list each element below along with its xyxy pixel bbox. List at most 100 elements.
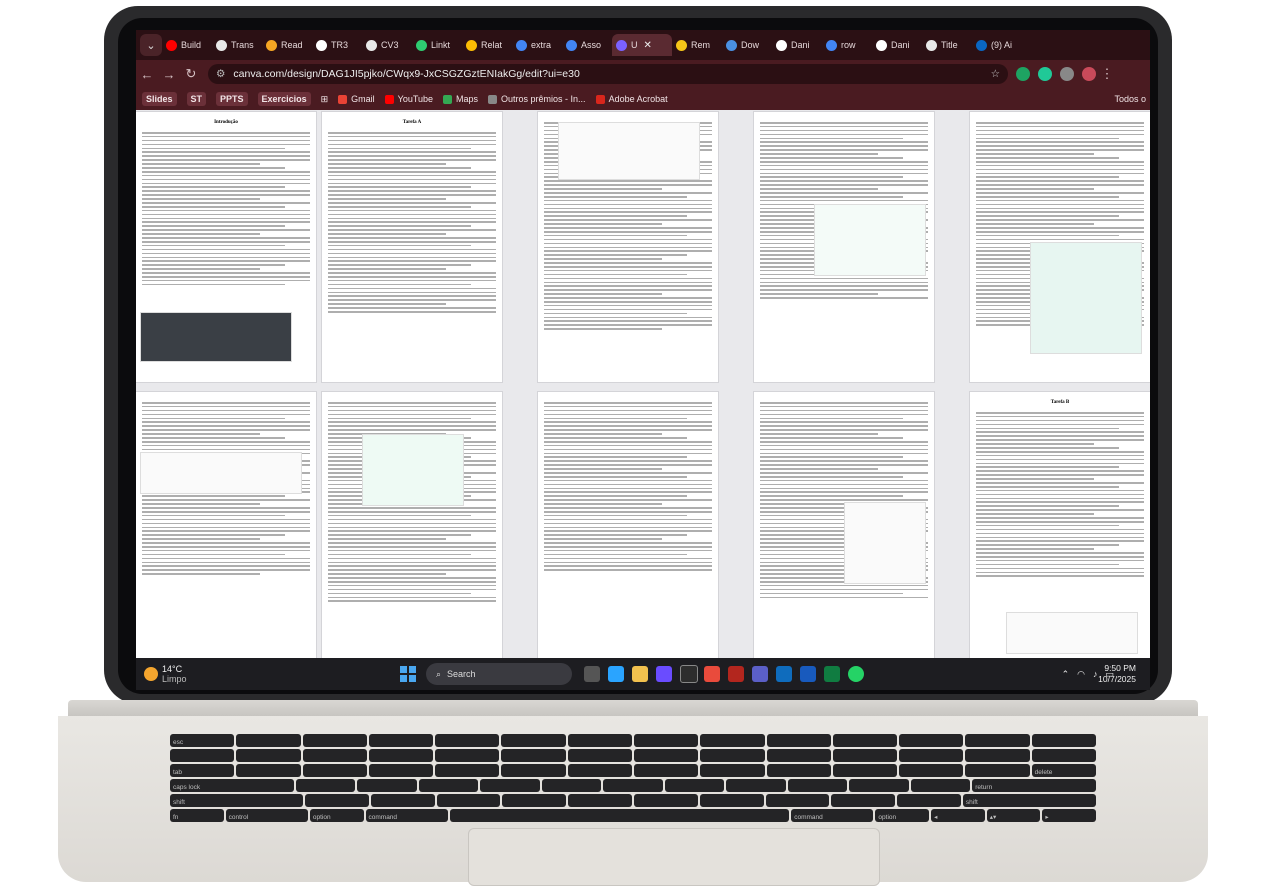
key[interactable] [501, 734, 566, 747]
wifi-icon[interactable]: ◠ [1077, 669, 1085, 680]
profile-avatar[interactable] [1082, 67, 1096, 81]
key[interactable]: return [972, 779, 1096, 792]
spacebar-key[interactable] [449, 809, 790, 822]
bookmark-item[interactable]: PPTS [216, 92, 248, 106]
key[interactable] [541, 779, 602, 792]
key[interactable] [633, 734, 699, 747]
bookmark-item[interactable]: YouTube [384, 94, 433, 104]
browser-tab[interactable]: U ✕ [612, 34, 672, 56]
key[interactable] [965, 764, 1030, 777]
key[interactable]: ◂ [931, 809, 985, 822]
key[interactable] [435, 764, 500, 777]
terminal-icon[interactable] [680, 665, 698, 683]
key[interactable] [435, 734, 500, 747]
edge-icon[interactable] [608, 666, 624, 682]
key[interactable] [634, 794, 698, 807]
bookmark-item[interactable]: Outros prêmios - In... [488, 94, 586, 104]
key[interactable] [436, 794, 501, 807]
key[interactable]: esc [170, 734, 235, 747]
key[interactable] [1031, 734, 1096, 747]
grammarly-icon[interactable] [1038, 67, 1052, 81]
document-page[interactable] [754, 112, 934, 382]
outlook-icon[interactable] [776, 666, 792, 682]
key[interactable]: tab [170, 764, 235, 777]
bookmark-star-icon[interactable]: ☆ [991, 68, 1000, 80]
key[interactable] [766, 749, 831, 762]
chrome-icon[interactable] [704, 666, 720, 682]
key[interactable] [700, 734, 765, 747]
browser-tab[interactable]: Title [922, 34, 972, 56]
key[interactable] [502, 794, 567, 807]
whatsapp-icon[interactable] [848, 666, 864, 682]
browser-tab[interactable]: Dani [772, 34, 822, 56]
document-page[interactable]: Tarefa B [970, 392, 1150, 658]
forward-icon[interactable]: → [158, 67, 180, 82]
document-page[interactable] [538, 392, 718, 658]
key[interactable] [368, 749, 434, 762]
browser-tab[interactable]: TR3 [312, 34, 362, 56]
key[interactable]: ▸ [1042, 809, 1096, 822]
key[interactable] [766, 764, 831, 777]
key[interactable] [849, 779, 909, 792]
document-page[interactable] [136, 392, 316, 658]
key[interactable] [965, 734, 1030, 747]
key[interactable] [368, 734, 434, 747]
chevron-up-icon[interactable]: ⌃ [1062, 669, 1070, 680]
teams-icon[interactable] [752, 666, 768, 682]
key[interactable] [603, 779, 663, 792]
key[interactable]: ▴▾ [986, 809, 1041, 822]
windows-start-icon[interactable] [400, 666, 416, 682]
key[interactable]: option [309, 809, 364, 822]
extension-icon[interactable] [1016, 67, 1030, 81]
key[interactable]: delete [1031, 764, 1096, 777]
app-icon[interactable] [728, 666, 744, 682]
key[interactable] [501, 749, 566, 762]
key[interactable] [368, 764, 434, 777]
key[interactable] [501, 764, 566, 777]
key[interactable] [295, 779, 356, 792]
browser-tab[interactable]: (9) Ai [972, 34, 1022, 56]
browser-tab[interactable]: extra [512, 34, 562, 56]
key[interactable] [699, 794, 764, 807]
browser-tab[interactable]: Build [162, 34, 212, 56]
extensions-puzzle-icon[interactable] [1060, 67, 1074, 81]
store-icon[interactable] [656, 666, 672, 682]
key[interactable] [899, 749, 964, 762]
key[interactable] [832, 749, 898, 762]
key[interactable] [170, 749, 235, 762]
key[interactable] [370, 794, 435, 807]
bookmark-item[interactable]: Slides [142, 92, 177, 106]
key[interactable] [787, 779, 848, 792]
word-icon[interactable] [800, 666, 816, 682]
all-bookmarks-folder[interactable]: Todos o [1114, 94, 1150, 104]
key[interactable] [897, 794, 961, 807]
bookmark-item[interactable]: Maps [443, 94, 478, 104]
key[interactable] [302, 749, 367, 762]
file-explorer-icon[interactable] [632, 666, 648, 682]
key[interactable] [435, 749, 500, 762]
bookmark-item[interactable]: Gmail [338, 94, 375, 104]
key[interactable] [418, 779, 479, 792]
close-icon[interactable]: ✕ [644, 40, 652, 51]
key[interactable] [700, 749, 765, 762]
key[interactable] [567, 764, 632, 777]
excel-icon[interactable] [824, 666, 840, 682]
key[interactable] [832, 764, 898, 777]
key[interactable] [236, 764, 301, 777]
browser-tab[interactable]: Dow [722, 34, 772, 56]
browser-tab[interactable]: Relat [462, 34, 512, 56]
key[interactable]: caps lock [170, 779, 294, 792]
key[interactable] [700, 764, 765, 777]
key[interactable] [633, 749, 699, 762]
browser-tab[interactable]: row [822, 34, 872, 56]
key[interactable]: option [875, 809, 930, 822]
key[interactable] [831, 794, 896, 807]
key[interactable] [480, 779, 540, 792]
tab-search-button[interactable]: ⌄ [140, 34, 162, 56]
key[interactable]: shift [170, 794, 304, 807]
key[interactable] [765, 794, 830, 807]
menu-kebab-icon[interactable]: ⋮ [1096, 66, 1118, 82]
key[interactable] [766, 734, 831, 747]
key[interactable] [236, 749, 301, 762]
browser-tab[interactable]: CV3 [362, 34, 412, 56]
